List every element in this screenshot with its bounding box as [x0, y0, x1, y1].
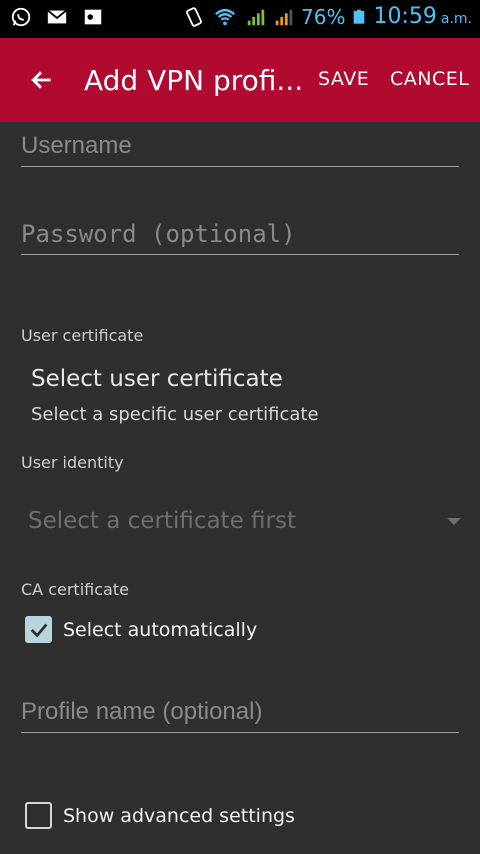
select-automatically-row[interactable]: Select automatically — [25, 616, 257, 643]
battery-icon — [354, 9, 365, 24]
password-field-wrapper — [21, 220, 459, 255]
cancel-button[interactable]: CANCEL — [390, 68, 469, 90]
clock-time: 10:59 — [373, 4, 437, 29]
status-bar: 76% 10:59 a.m. — [0, 0, 480, 38]
user-identity-dropdown[interactable]: Select a certificate first — [21, 502, 461, 542]
page-title: Add VPN profi... — [84, 63, 304, 97]
user-identity-value: Select a certificate first — [28, 508, 296, 534]
user-identity-label: User identity — [21, 453, 124, 472]
select-automatically-checkbox[interactable] — [25, 616, 52, 643]
clock: 10:59 a.m. — [373, 4, 472, 29]
wifi-icon — [215, 8, 235, 25]
dropdown-arrow-icon — [447, 518, 461, 525]
select-user-certificate-title[interactable]: Select user certificate — [31, 366, 283, 392]
signal-icon — [247, 9, 265, 25]
vibrate-icon — [186, 6, 202, 27]
app-bar: Add VPN profi... SAVE CANCEL — [0, 38, 480, 122]
select-automatically-label: Select automatically — [63, 618, 258, 641]
signal-icon-2 — [275, 9, 293, 25]
ca-certificate-label: CA certificate — [21, 580, 129, 599]
user-certificate-label: User certificate — [21, 326, 144, 345]
password-field[interactable] — [21, 220, 459, 254]
vpn-form: User certificate Select user certificate… — [0, 122, 480, 854]
outlook-icon — [84, 9, 102, 25]
save-button[interactable]: SAVE — [318, 68, 369, 90]
notification-icons — [10, 6, 104, 28]
profile-name-field-wrapper — [21, 698, 459, 733]
check-icon — [30, 623, 47, 638]
select-user-certificate-subtitle[interactable]: Select a specific user certificate — [31, 404, 319, 425]
arrow-back-icon — [31, 71, 51, 89]
battery-percent: 76% — [301, 4, 346, 29]
profile-name-field[interactable] — [21, 698, 459, 732]
username-field-wrapper — [21, 132, 459, 167]
gmail-icon — [47, 9, 67, 24]
username-field[interactable] — [21, 132, 459, 166]
whatsapp-icon — [11, 7, 31, 27]
back-button[interactable] — [0, 38, 84, 122]
clock-ampm: a.m. — [440, 11, 472, 27]
show-advanced-label: Show advanced settings — [63, 804, 295, 827]
system-status: 76% 10:59 a.m. — [183, 4, 472, 29]
show-advanced-row[interactable]: Show advanced settings — [25, 802, 295, 829]
show-advanced-checkbox[interactable] — [25, 802, 52, 829]
